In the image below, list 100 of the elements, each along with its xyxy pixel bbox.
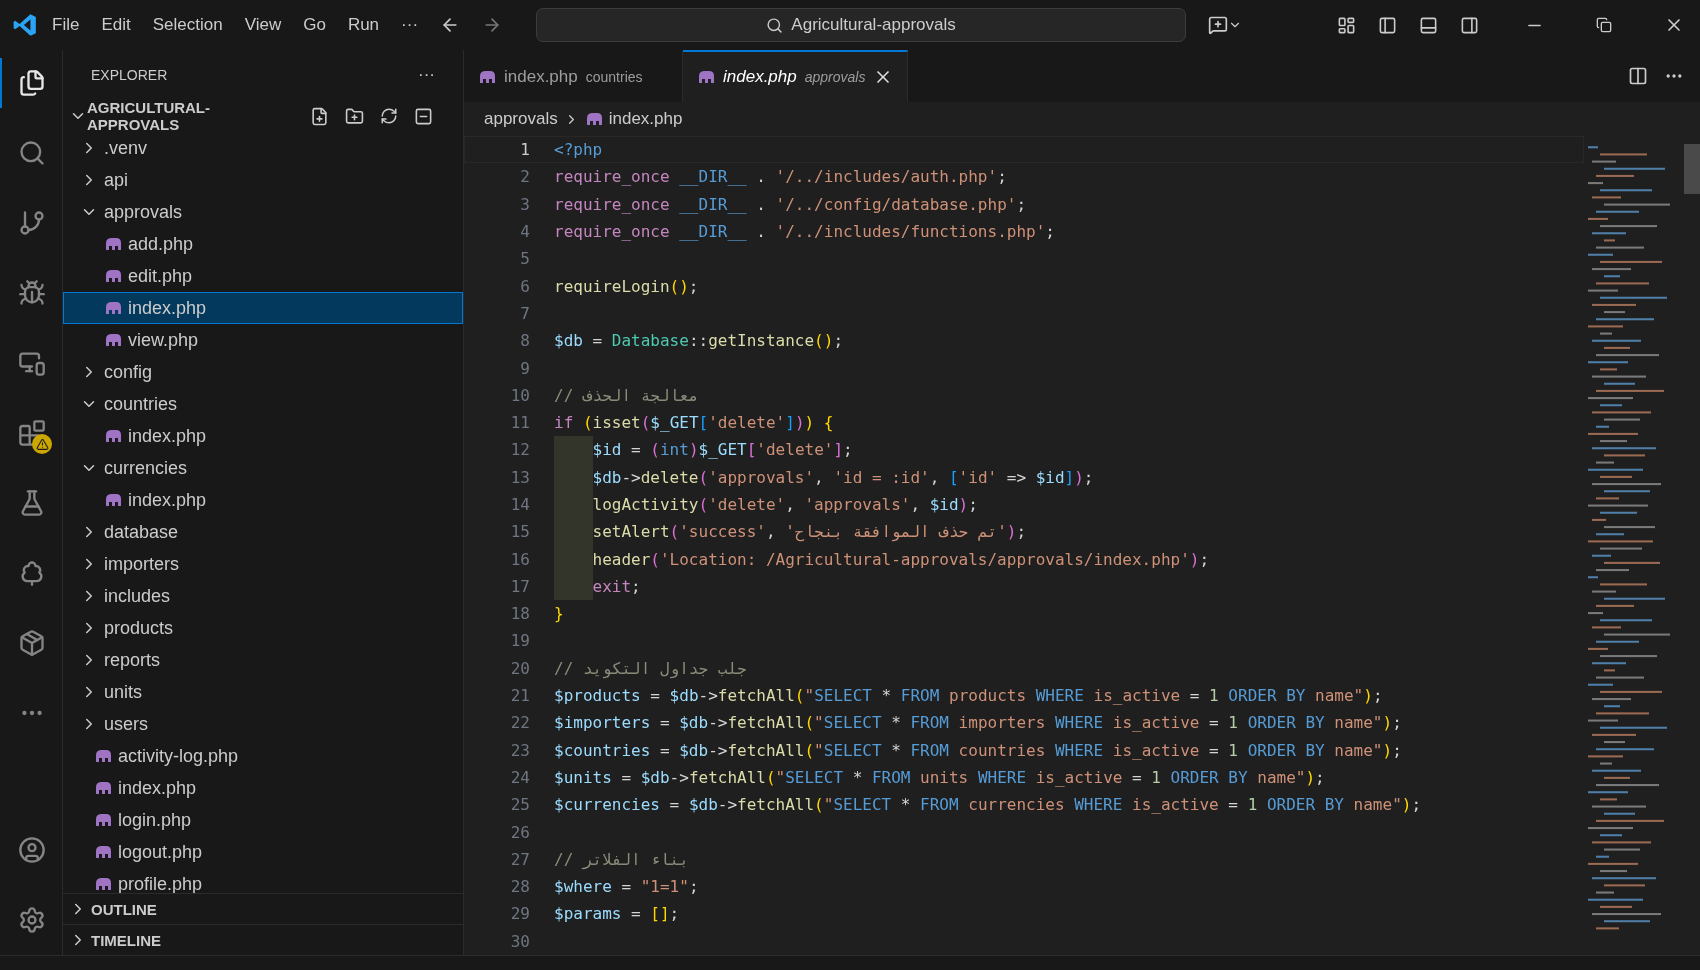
breadcrumb-item[interactable]: approvals xyxy=(484,109,558,129)
folder-entry[interactable]: importers xyxy=(63,548,463,580)
php-elephant-icon xyxy=(104,333,122,347)
php-file-entry[interactable]: view.php xyxy=(63,324,463,356)
code-text: $currencies = $db->fetchAll("SELECT * FROM currencies WHERE is_active = 1 ORDER BY name"); xyxy=(554,795,1422,815)
code-text: $units = $db->fetchAll("SELECT * FROM units WHERE is_active = 1 ORDER BY name"); xyxy=(554,767,1325,787)
code-text: require_once __DIR__ . '/../includes/auth.php'; xyxy=(554,167,1007,187)
line-number: 29 xyxy=(509,904,531,924)
line-number: 10 xyxy=(509,385,531,405)
folder-entry[interactable]: approvals xyxy=(63,196,463,228)
warning-badge xyxy=(32,434,52,454)
code-text: $db = Database::getInstance(); xyxy=(554,331,843,351)
folder-entry[interactable]: units xyxy=(63,676,463,708)
line-number: 6 xyxy=(519,276,531,296)
line-number: 11 xyxy=(509,413,531,433)
menu-item[interactable]: Go xyxy=(295,11,334,39)
code-text: requireLogin(); xyxy=(554,276,699,296)
folder-entry[interactable]: countries xyxy=(63,388,463,420)
line-number: 19 xyxy=(509,631,531,651)
folder-entry[interactable]: includes xyxy=(63,580,463,612)
folder-entry[interactable]: products xyxy=(63,612,463,644)
line-number: 4 xyxy=(519,222,531,242)
php-file-entry[interactable]: index.php xyxy=(63,772,463,804)
folder-entry[interactable]: reports xyxy=(63,644,463,676)
php-elephant-icon xyxy=(94,781,112,795)
editor-tab[interactable]: index.php approvals xyxy=(683,50,909,102)
project-root[interactable]: AGRICULTURAL-APPROVALS xyxy=(63,100,463,132)
php-file-entry[interactable]: profile.php xyxy=(63,868,463,893)
menu-item[interactable]: View xyxy=(236,11,290,39)
code-text: logActivity('delete', 'approvals', $id); xyxy=(592,495,978,514)
php-file-entry[interactable]: index.php xyxy=(63,420,463,452)
line-number: 16 xyxy=(509,549,531,569)
line-number: 15 xyxy=(509,522,531,542)
php-elephant-icon xyxy=(94,749,112,763)
breadcrumb-item[interactable]: index.php xyxy=(608,109,683,129)
folder-entry[interactable]: .venv xyxy=(63,132,463,164)
line-number: 25 xyxy=(509,795,531,815)
php-file-entry[interactable]: edit.php xyxy=(63,260,463,292)
line-number: 27 xyxy=(509,849,531,869)
menu-item[interactable]: Edit xyxy=(93,11,139,39)
code-text: } xyxy=(554,604,564,624)
more-actions-button[interactable]: ··· xyxy=(410,61,443,89)
line-number: 3 xyxy=(519,194,531,214)
line-number: 9 xyxy=(519,358,531,378)
php-elephant-icon xyxy=(94,845,112,859)
line-number: 23 xyxy=(509,740,531,760)
menu-item[interactable]: Selection xyxy=(144,11,231,39)
search-icon xyxy=(766,16,784,34)
php-elephant-icon xyxy=(104,493,122,507)
php-elephant-icon xyxy=(584,112,603,126)
code-text: if (isset($_GET['delete'])) { xyxy=(554,413,834,433)
blocks-icon[interactable] xyxy=(18,419,46,447)
explorer-title: EXPLORER xyxy=(91,67,168,83)
line-number: 18 xyxy=(509,604,531,624)
php-elephant-icon xyxy=(94,877,112,891)
menu-item[interactable]: Run xyxy=(339,11,388,39)
php-elephant-icon xyxy=(104,269,122,283)
code-text: $where = "1=1"; xyxy=(554,877,699,897)
code-text: require_once __DIR__ . '/../includes/functions.php'; xyxy=(554,222,1055,242)
line-number: 22 xyxy=(509,713,531,733)
folder-entry[interactable]: database xyxy=(63,516,463,548)
line-number: 24 xyxy=(509,767,531,787)
code-text: // بناء الفلاتر xyxy=(554,849,689,869)
php-elephant-icon xyxy=(697,70,715,84)
php-file-entry[interactable]: add.php xyxy=(63,228,463,260)
line-number: 13 xyxy=(509,467,531,487)
code-text: exit; xyxy=(592,576,641,596)
php-elephant-icon xyxy=(94,813,112,827)
php-file-entry[interactable]: logout.php xyxy=(63,836,463,868)
code-text: // جلب جداول التكويد xyxy=(554,658,747,678)
folder-entry[interactable]: config xyxy=(63,356,463,388)
scrollbar-thumb[interactable] xyxy=(1684,144,1700,194)
code-text: header('Location: /Agricultural-approvals/approvals/index.php'); xyxy=(592,549,1210,569)
line-number: 21 xyxy=(509,686,531,706)
code-text: $products = $db->fetchAll("SELECT * FROM products WHERE is_active = 1 ORDER BY name"); xyxy=(554,686,1383,706)
php-file-entry[interactable]: index.php xyxy=(63,292,463,324)
php-elephant-icon xyxy=(104,237,122,251)
folder-entry[interactable]: api xyxy=(63,164,463,196)
menu-item[interactable]: File xyxy=(44,11,88,39)
code-text: $db->delete('approvals', 'id = :id', ['id' => $id]); xyxy=(592,467,1094,487)
php-elephant-icon xyxy=(104,301,122,315)
folder-entry[interactable]: currencies xyxy=(63,452,463,484)
section-header[interactable]: OUTLINE xyxy=(63,893,463,924)
php-file-entry[interactable]: activity-log.php xyxy=(63,740,463,772)
menu-item[interactable]: ··· xyxy=(393,11,427,39)
code-text: $id = (int)$_GET['delete']; xyxy=(592,440,853,460)
line-number: 7 xyxy=(519,303,531,323)
line-number: 8 xyxy=(519,331,531,351)
line-number: 26 xyxy=(509,822,531,842)
php-file-entry[interactable]: index.php xyxy=(63,484,463,516)
app-logo-icon xyxy=(12,12,38,38)
php-elephant-icon xyxy=(478,70,496,84)
php-elephant-icon xyxy=(104,429,122,443)
line-number: 1 xyxy=(519,140,531,160)
php-file-entry[interactable]: login.php xyxy=(63,804,463,836)
code-text: // معالجة الحذف xyxy=(554,385,699,405)
search-field[interactable]: Agricultural-approvals xyxy=(536,8,1187,42)
line-number: 2 xyxy=(519,167,531,187)
code-text: $params = []; xyxy=(554,904,680,924)
folder-entry[interactable]: users xyxy=(63,708,463,740)
